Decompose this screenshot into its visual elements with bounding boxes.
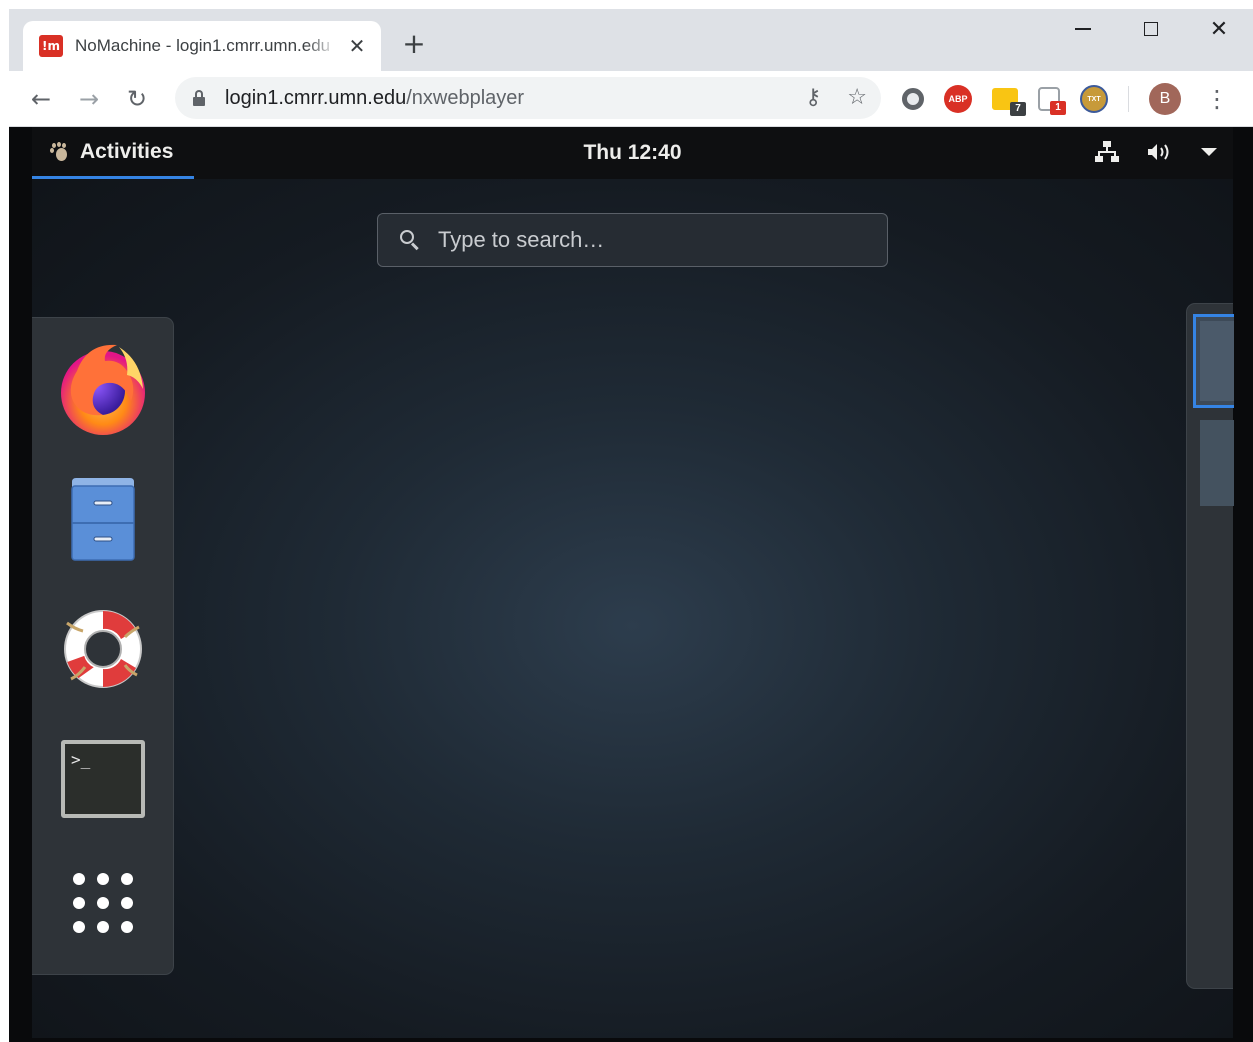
terminal-icon: >_: [61, 740, 145, 818]
shield-extension-icon[interactable]: 1: [1038, 87, 1066, 115]
url-host: login1.cmrr.umn.edu: [225, 86, 407, 109]
app-grid-icon: [73, 873, 133, 933]
txt-extension-icon[interactable]: TXT: [1080, 85, 1108, 113]
maximize-button[interactable]: [1117, 9, 1185, 49]
window-controls: ✕: [1049, 9, 1253, 49]
txt-label: TXT: [1087, 95, 1101, 103]
terminal-prompt: >_: [71, 750, 91, 769]
notes-badge: 7: [1010, 102, 1026, 116]
help-icon: [64, 610, 142, 688]
extension-icons: ABP 7 1 TXT B ⋮: [902, 83, 1229, 116]
close-window-button[interactable]: ✕: [1185, 9, 1253, 49]
url-text[interactable]: login1.cmrr.umn.edu/nxwebplayer: [225, 87, 524, 110]
lock-icon[interactable]: [193, 90, 205, 106]
browser-window: !m NoMachine - login1.cmrr.umn.edu ✕ + ✕…: [0, 0, 1253, 1042]
shield-badge: 1: [1050, 101, 1066, 115]
dash: >_: [32, 317, 174, 975]
system-menu-chevron-down-icon: [1201, 148, 1217, 156]
tab-strip: !m NoMachine - login1.cmrr.umn.edu ✕ + ✕: [9, 9, 1253, 71]
notes-extension-icon[interactable]: 7: [992, 88, 1026, 116]
nomachine-favicon-icon: !m: [39, 35, 63, 57]
left-edge: [0, 0, 9, 1042]
new-tab-button[interactable]: +: [399, 29, 429, 59]
network-icon: [1095, 141, 1119, 163]
tab-title: NoMachine - login1.cmrr.umn.edu: [75, 36, 331, 55]
reload-button[interactable]: ↻: [123, 85, 151, 113]
address-bar[interactable]: login1.cmrr.umn.edu/nxwebplayer ⚷ ☆: [175, 77, 881, 119]
star-icon[interactable]: ☆: [847, 85, 867, 110]
gnome-top-bar: Activities Thu 12:40: [32, 127, 1233, 179]
remote-desktop[interactable]: Activities Thu 12:40 Type to search… >_: [9, 127, 1253, 1042]
adblock-plus-icon[interactable]: ABP: [944, 85, 972, 113]
back-button[interactable]: ←: [27, 85, 55, 113]
dash-item-files[interactable]: [50, 466, 156, 572]
dash-item-help[interactable]: [50, 596, 156, 702]
url-path: /nxwebplayer: [406, 86, 525, 109]
tab-close-icon[interactable]: ✕: [345, 34, 369, 58]
search-icon: [400, 230, 420, 251]
search-input[interactable]: [438, 227, 858, 253]
maximize-icon: [1144, 22, 1158, 36]
desktop-bottom-edge: [32, 1038, 1233, 1042]
profile-avatar[interactable]: B: [1149, 83, 1181, 115]
system-tray[interactable]: [1095, 141, 1217, 163]
browser-menu-icon[interactable]: ⋮: [1205, 85, 1229, 113]
volume-icon: [1147, 142, 1173, 162]
files-icon: [71, 478, 135, 561]
minimize-icon: [1075, 28, 1091, 30]
toolbar-separator: [1128, 86, 1129, 112]
key-icon[interactable]: ⚷: [805, 85, 821, 110]
dash-item-show-applications[interactable]: [50, 850, 156, 956]
dash-item-firefox[interactable]: [50, 336, 156, 442]
workspace-thumbnails: [1186, 303, 1234, 989]
dash-item-terminal[interactable]: >_: [50, 726, 156, 832]
circle-extension-icon[interactable]: [902, 88, 924, 110]
clock[interactable]: Thu 12:40: [32, 141, 1233, 165]
forward-button[interactable]: →: [75, 85, 103, 113]
search-box[interactable]: [377, 213, 888, 267]
overview-background: [32, 179, 1233, 1038]
minimize-button[interactable]: [1049, 9, 1117, 49]
browser-tab[interactable]: !m NoMachine - login1.cmrr.umn.edu ✕: [23, 21, 381, 71]
workspace-thumbnail-active[interactable]: [1193, 314, 1234, 408]
adblock-label: ABP: [948, 94, 968, 104]
omnibox-actions: ⚷ ☆: [805, 85, 867, 110]
browser-toolbar: ← → ↻ login1.cmrr.umn.edu/nxwebplayer ⚷ …: [9, 71, 1253, 127]
workspace-thumbnail-2[interactable]: [1200, 420, 1234, 506]
firefox-icon: [61, 344, 145, 435]
